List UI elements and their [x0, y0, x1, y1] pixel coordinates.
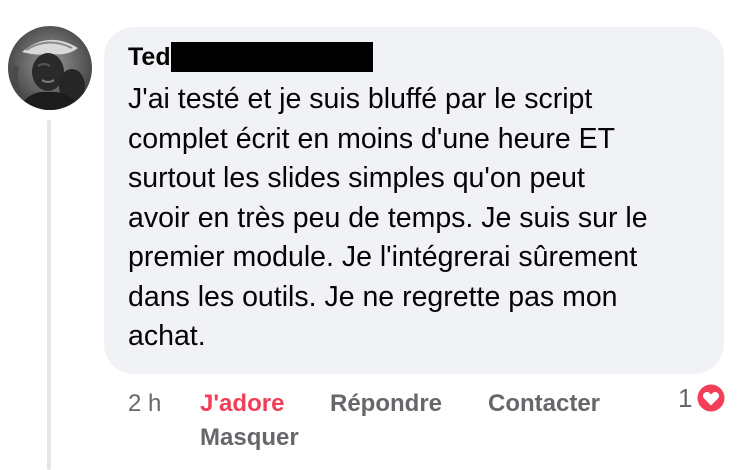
- reply-button[interactable]: Répondre: [330, 386, 442, 421]
- reaction-summary[interactable]: 1: [678, 382, 727, 414]
- heart-icon: [696, 383, 727, 413]
- hide-button[interactable]: Masquer: [200, 420, 299, 455]
- author-name[interactable]: Ted: [128, 42, 171, 72]
- avatar-image: [8, 26, 92, 110]
- redaction-bar: [170, 42, 373, 72]
- love-reaction-button[interactable]: J'adore: [200, 386, 284, 421]
- contact-button[interactable]: Contacter: [488, 386, 600, 421]
- reaction-count: 1: [678, 383, 693, 413]
- author-row: Ted: [128, 42, 373, 72]
- timestamp[interactable]: 2 h: [128, 386, 161, 421]
- avatar[interactable]: [8, 26, 92, 110]
- comment-text: J'ai testé et je suis bluffé par le scri…: [128, 83, 648, 352]
- comment-container: Ted J'ai testé et je suis bluffé par le …: [0, 0, 750, 470]
- thread-line: [47, 120, 51, 470]
